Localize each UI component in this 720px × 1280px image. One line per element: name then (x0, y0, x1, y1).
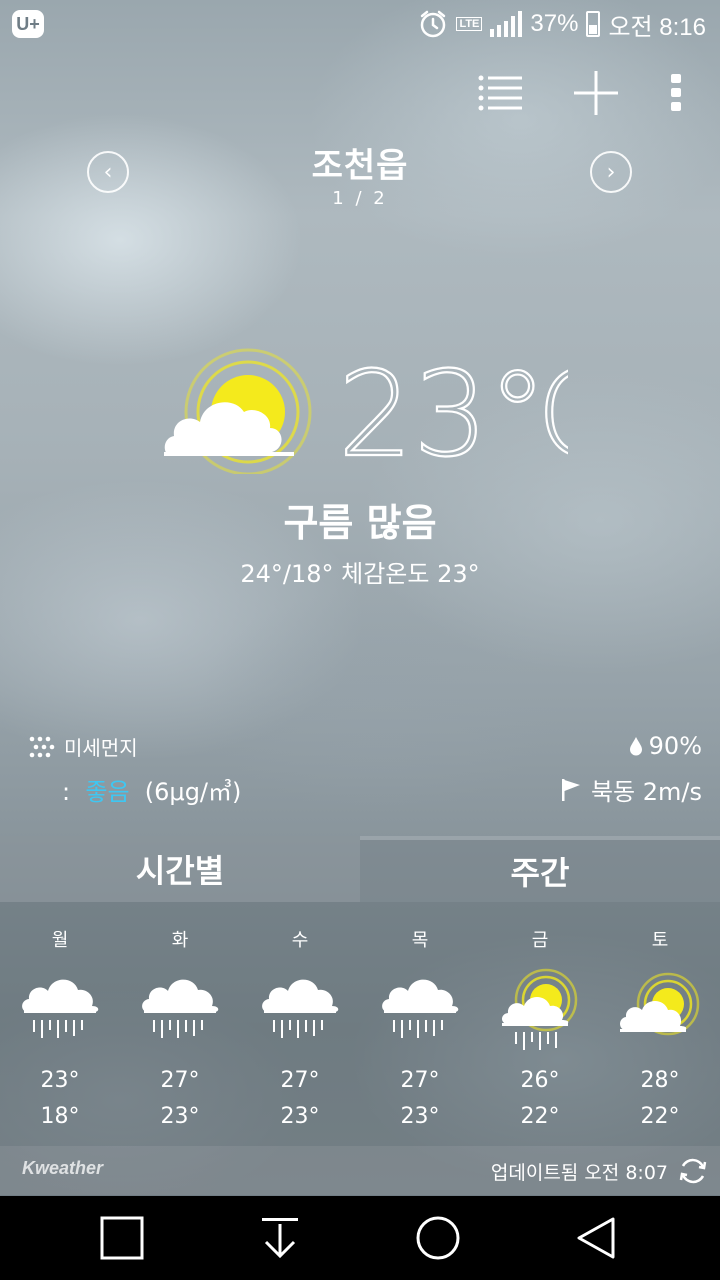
chevron-right-icon: › (606, 159, 616, 185)
day-name: 금 (531, 930, 549, 951)
alarm-clock-icon (421, 10, 446, 38)
system-nav-bar (0, 1196, 720, 1280)
battery-percent: 37% (530, 10, 579, 37)
back-icon (577, 1217, 615, 1259)
notification-pull-icon (262, 1218, 298, 1259)
humidity-value: 90% (648, 732, 702, 760)
tab-weekly[interactable]: 주간 (360, 836, 720, 902)
day-high-temp: 26° (520, 1068, 560, 1093)
sun-cloud-rain-icon (502, 968, 578, 1050)
cloud-rain-icon (262, 979, 339, 1038)
day-low-temp: 18° (40, 1104, 80, 1129)
battery-icon (586, 11, 601, 37)
wind: 북동 2m/s (561, 772, 702, 807)
day-low-temp: 23° (160, 1104, 200, 1129)
current-temperature: 23℃ (337, 344, 622, 484)
status-time: 오전 8:16 (608, 13, 706, 41)
minmax-feels-like: 24°/18° 체감온도 23° (240, 560, 480, 588)
fine-dust-icon (29, 736, 55, 757)
forecast-day: 화 27° 23° (120, 902, 240, 1146)
svg-text:23℃: 23℃ (338, 350, 568, 470)
kweather-logo: Kweather (22, 1158, 104, 1178)
weekly-forecast: 월 23° 18° 화 27° 23° 수 27° 23° 목 27° 23° … (0, 902, 720, 1146)
dust-prefix: : (62, 778, 71, 806)
day-high-temp: 27° (400, 1068, 440, 1093)
flag-icon (561, 778, 580, 801)
day-high-temp: 27° (280, 1068, 320, 1093)
refresh-button[interactable] (674, 1152, 712, 1190)
forecast-footer: Kweather 업데이트됨 오전 8:07 (0, 1146, 720, 1196)
list-menu-icon (478, 75, 522, 111)
dust-concentration: (6μg/㎥) (144, 778, 242, 806)
humidity: 90% (629, 732, 702, 760)
cell-signal-icon (490, 11, 523, 37)
recent-apps-button[interactable] (72, 1196, 172, 1280)
forecast-day: 토 28° 22° (600, 902, 720, 1146)
status-bar: U+ LTE 37% 오전 8:16 (0, 0, 720, 48)
day-low-temp: 22° (520, 1104, 560, 1129)
day-low-temp: 23° (400, 1104, 440, 1129)
tab-hourly[interactable]: 시간별 (0, 836, 360, 902)
notification-pull-button[interactable] (230, 1196, 330, 1280)
day-low-temp: 23° (280, 1104, 320, 1129)
add-location-button[interactable] (568, 68, 624, 118)
dust-status: 좋음 (85, 778, 130, 806)
home-icon (416, 1216, 460, 1260)
day-name: 목 (411, 930, 429, 951)
wind-value: 북동 2m/s (590, 778, 702, 806)
day-name: 월 (51, 930, 69, 951)
droplet-icon (629, 737, 642, 756)
status-icons: LTE 37% 오전 8:16 (418, 8, 706, 41)
fine-dust-text: 미세먼지 (64, 736, 138, 760)
recent-apps-icon (100, 1216, 144, 1260)
day-name: 토 (651, 930, 669, 951)
forecast-tabs: 시간별 주간 (0, 836, 720, 902)
list-menu-button[interactable] (472, 68, 528, 118)
back-button[interactable] (546, 1196, 646, 1280)
day-name: 수 (291, 930, 309, 951)
cloud-rain-icon (382, 979, 459, 1038)
forecast-day: 목 27° 23° (360, 902, 480, 1146)
forecast-day: 수 27° 23° (240, 902, 360, 1146)
lte-signal-icon: LTE (456, 17, 483, 31)
forecast-day: 금 26° 22° (480, 902, 600, 1146)
cloud-rain-icon (142, 979, 219, 1038)
updated-time: 업데이트됨 오전 8:07 (490, 1162, 668, 1184)
home-button[interactable] (388, 1196, 488, 1280)
sun-cloud-icon (620, 972, 700, 1036)
next-location-button[interactable]: › (590, 151, 632, 193)
cloud-rain-icon (22, 979, 99, 1038)
more-options-button[interactable] (648, 68, 704, 118)
partly-cloudy-sun-icon (164, 348, 312, 474)
day-low-temp: 22° (640, 1104, 680, 1129)
refresh-icon (679, 1158, 707, 1184)
plus-icon (574, 71, 618, 115)
day-high-temp: 28° (640, 1068, 680, 1093)
carrier-logo: U+ (12, 10, 44, 38)
day-name: 화 (171, 930, 189, 951)
day-high-temp: 27° (160, 1068, 200, 1093)
fine-dust-value: : 좋음 (6μg/㎥) (62, 772, 241, 807)
more-vertical-icon (671, 74, 681, 111)
current-condition: 구름 많음 (283, 501, 437, 545)
day-high-temp: 23° (40, 1068, 80, 1093)
fine-dust-label: 미세먼지 (28, 732, 138, 761)
forecast-day: 월 23° 18° (0, 902, 120, 1146)
